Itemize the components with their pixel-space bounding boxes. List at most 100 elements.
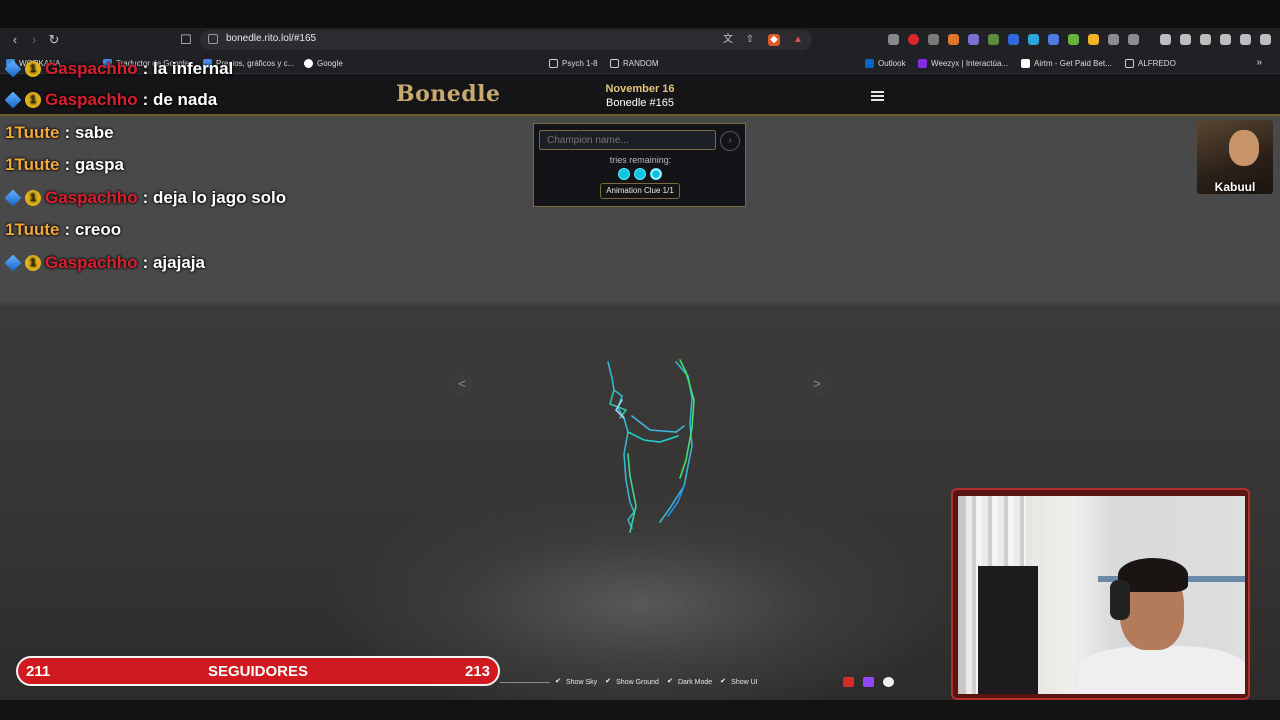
extension-icon[interactable] bbox=[1028, 34, 1039, 45]
sub-badge-icon bbox=[4, 60, 22, 78]
share-icon[interactable]: ⇧ bbox=[744, 34, 756, 46]
bookmark-item[interactable]: Outlook bbox=[865, 57, 906, 69]
wallet-icon[interactable] bbox=[1200, 34, 1211, 45]
chat-message: 1Tuute: sabe bbox=[5, 119, 114, 147]
tries-remaining-label: tries remaining: bbox=[609, 155, 672, 165]
bookmark-folder[interactable]: Psych 1-8 bbox=[549, 57, 598, 69]
bookmark-icon[interactable]: ☐ bbox=[178, 32, 194, 48]
animation-progress-track[interactable] bbox=[500, 682, 550, 683]
extension-icon[interactable] bbox=[1088, 34, 1099, 45]
extension-icon[interactable] bbox=[1048, 34, 1059, 45]
puzzle-number: Bonedle #165 bbox=[606, 97, 674, 109]
chat-message: 1 Gaspachho: deja lo jago solo bbox=[4, 184, 286, 212]
extension-icon[interactable] bbox=[1128, 34, 1139, 45]
back-icon[interactable]: ‹ bbox=[7, 32, 23, 48]
extension-icon[interactable] bbox=[888, 34, 899, 45]
submit-guess-button[interactable]: › bbox=[720, 131, 740, 151]
site-info-icon[interactable] bbox=[208, 34, 218, 44]
extensions-puzzle-icon[interactable] bbox=[1108, 34, 1119, 45]
tries-indicator bbox=[618, 168, 662, 180]
webcam-feed bbox=[958, 496, 1245, 694]
chat-username: Gaspachho bbox=[45, 59, 138, 78]
streamer-name: Kabuul bbox=[1214, 180, 1256, 194]
show-ui-checkbox[interactable]: ✔ Show UI bbox=[720, 678, 757, 686]
sub-badge-icon bbox=[4, 254, 22, 272]
reload-icon[interactable]: ↻ bbox=[46, 32, 62, 48]
chat-username: 1Tuute bbox=[5, 123, 60, 142]
leo-icon[interactable] bbox=[1220, 34, 1231, 45]
sub-badge-icon bbox=[4, 91, 22, 109]
headset bbox=[1110, 580, 1130, 620]
extension-icon[interactable] bbox=[948, 34, 959, 45]
extension-icon[interactable] bbox=[1008, 34, 1019, 45]
sub-badge-icon bbox=[4, 189, 22, 207]
guess-panel: › tries remaining: Animation Clue 1/1 bbox=[533, 123, 746, 207]
extension-icon[interactable] bbox=[908, 34, 919, 45]
twitch-link-icon[interactable] bbox=[863, 677, 874, 687]
rewards-icon[interactable]: ▲ bbox=[792, 34, 804, 46]
dark-mode-checkbox[interactable]: ✔ Dark Mode bbox=[667, 678, 712, 686]
check-icon: ✔ bbox=[555, 678, 561, 685]
next-animation-button[interactable]: > bbox=[803, 370, 831, 398]
check-icon: ✔ bbox=[666, 678, 673, 685]
sidebar-toggle-icon[interactable] bbox=[1180, 34, 1191, 45]
follower-goal: 213 bbox=[464, 663, 490, 680]
follower-goal-bar: 211 SEGUIDORES 213 bbox=[16, 656, 500, 686]
chat-username: 1Tuute bbox=[5, 155, 60, 174]
chat-username: Gaspachho bbox=[45, 253, 138, 272]
viewer-options: ✔ Show Sky ✔ Show Ground ✔ Dark Mode ✔ Show … bbox=[555, 678, 758, 686]
chat-message: 1 Gaspachho: ajajaja bbox=[4, 249, 205, 277]
bottom-strip bbox=[0, 700, 1280, 720]
streamer-avatar: Kabuul bbox=[1197, 120, 1273, 194]
screen: ‹ › ↻ ☐ bonedle.rito.lol/#165 文 ⇧ ◆ ▲ WO… bbox=[0, 0, 1280, 720]
prev-animation-button[interactable]: < bbox=[448, 370, 476, 398]
tier-badge-icon: 1 bbox=[25, 61, 41, 77]
site-logo[interactable]: Bonedle bbox=[396, 81, 501, 107]
bookmark-item[interactable]: Google bbox=[304, 57, 343, 69]
support-link-icon[interactable] bbox=[883, 677, 894, 687]
bookmark-folder[interactable]: ALFREDO bbox=[1125, 57, 1176, 69]
try-dot bbox=[634, 168, 646, 180]
show-ground-checkbox[interactable]: ✔ Show Ground bbox=[605, 678, 659, 686]
extension-icon[interactable] bbox=[928, 34, 939, 45]
youtube-link-icon[interactable] bbox=[843, 677, 854, 687]
translate-icon[interactable]: 文 bbox=[722, 34, 734, 46]
tier-badge-icon: 1 bbox=[25, 190, 41, 206]
forward-icon[interactable]: › bbox=[26, 32, 42, 48]
follower-label: SEGUIDORES bbox=[207, 663, 309, 680]
person-shirt bbox=[1078, 646, 1245, 694]
chat-message: 1Tuute: creoo bbox=[5, 216, 121, 244]
extension-icon[interactable] bbox=[1068, 34, 1079, 45]
try-dot bbox=[650, 168, 662, 180]
doorway bbox=[978, 566, 1038, 694]
chat-text: : de nada bbox=[142, 90, 218, 109]
bookmark-item[interactable]: Weezyx | Interactúa... bbox=[918, 57, 1008, 69]
extension-icon[interactable] bbox=[988, 34, 999, 45]
url-field[interactable]: bonedle.rito.lol/#165 文 ⇧ ◆ ▲ bbox=[200, 30, 812, 50]
chat-message: 1Tuute: gaspa bbox=[5, 151, 124, 179]
tier-badge-icon: 1 bbox=[25, 255, 41, 271]
url-text: bonedle.rito.lol/#165 bbox=[226, 33, 317, 44]
puzzle-date: November 16 bbox=[605, 83, 675, 95]
show-sky-checkbox[interactable]: ✔ Show Sky bbox=[555, 678, 597, 686]
menu-icon[interactable] bbox=[1260, 34, 1271, 45]
vpn-icon[interactable] bbox=[1240, 34, 1251, 45]
chat-username: Gaspachho bbox=[45, 188, 138, 207]
extension-icon[interactable] bbox=[968, 34, 979, 45]
skeleton-animation[interactable] bbox=[600, 356, 700, 556]
chat-text: : sabe bbox=[64, 123, 114, 142]
tier-badge-icon: 1 bbox=[25, 92, 41, 108]
hamburger-menu-icon[interactable] bbox=[871, 91, 884, 101]
brave-shield-icon[interactable]: ◆ bbox=[768, 34, 780, 46]
check-icon: ✔ bbox=[605, 678, 611, 685]
bookmarks-overflow-button[interactable]: » bbox=[1256, 57, 1262, 68]
bookmark-folder[interactable]: RANDOM bbox=[610, 57, 659, 69]
champion-name-input[interactable] bbox=[539, 130, 716, 150]
check-icon: ✔ bbox=[720, 678, 727, 685]
media-icon[interactable] bbox=[1160, 34, 1171, 45]
bookmark-item[interactable]: Airtm - Get Paid Bet... bbox=[1021, 57, 1112, 69]
chat-message: 1 Gaspachho: la infernal bbox=[4, 55, 233, 83]
try-dot bbox=[618, 168, 630, 180]
animation-clue-button[interactable]: Animation Clue 1/1 bbox=[600, 183, 680, 199]
avatar-face bbox=[1229, 130, 1259, 166]
